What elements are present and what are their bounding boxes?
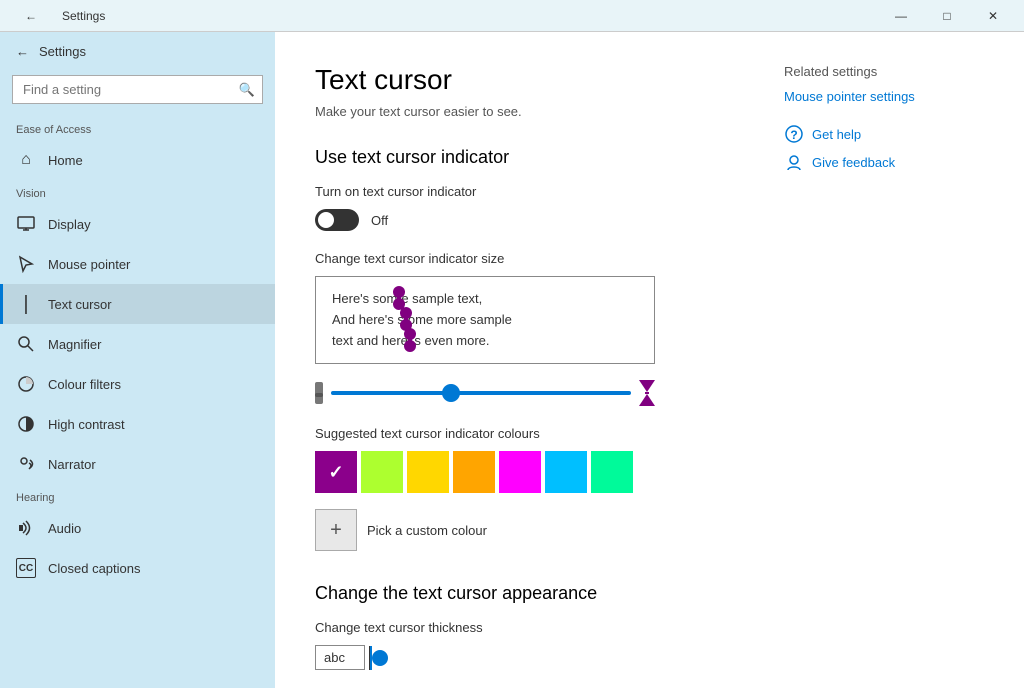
section-divider: Change the text cursor appearance Change… — [315, 583, 984, 670]
sample-line-1: Here's some sample text, — [332, 289, 638, 310]
give-feedback-item[interactable]: Give feedback — [784, 152, 984, 172]
sidebar-item-mouse-pointer-label: Mouse pointer — [48, 257, 130, 272]
sidebar-item-display[interactable]: Display — [0, 204, 275, 244]
sidebar-item-audio[interactable]: Audio — [0, 508, 275, 548]
ease-of-access-label: Ease of Access — [0, 116, 275, 140]
sidebar-item-display-label: Display — [48, 217, 91, 232]
size-slider-track[interactable] — [331, 391, 631, 395]
thickness-text-preview: abc — [315, 645, 365, 670]
back-button[interactable]: ← — [8, 0, 54, 32]
sample-text-box: Here's some sample text, And here's some… — [315, 276, 655, 364]
sidebar: ← Settings 🔍 Ease of Access ⌂ Home Visio… — [0, 32, 275, 688]
home-icon: ⌂ — [16, 150, 36, 170]
sidebar-item-magnifier-label: Magnifier — [48, 337, 101, 352]
hearing-section-label: Hearing — [0, 484, 275, 508]
give-feedback-icon — [784, 152, 804, 172]
hourglass-bottom — [639, 394, 655, 406]
swatch-purple[interactable] — [315, 451, 357, 493]
sidebar-item-audio-label: Audio — [48, 521, 81, 536]
narrator-icon — [16, 454, 36, 474]
hourglass-top — [639, 380, 655, 392]
thickness-label: Change text cursor thickness — [315, 620, 984, 635]
swatch-blue[interactable] — [545, 451, 587, 493]
colour-filters-icon — [16, 374, 36, 394]
back-arrow-icon: ← — [16, 44, 29, 59]
svg-text:?: ? — [790, 128, 797, 142]
sidebar-item-text-cursor-label: Text cursor — [48, 297, 112, 312]
toggle-state-label: Off — [371, 213, 388, 228]
display-icon — [16, 214, 36, 234]
section2-title: Change the text cursor appearance — [315, 583, 984, 604]
titlebar-controls: — □ ✕ — [878, 0, 1016, 32]
cursor-indicator-1 — [397, 290, 401, 306]
swatch-lime[interactable] — [361, 451, 403, 493]
slider-left-handle[interactable] — [315, 382, 323, 404]
high-contrast-icon — [16, 414, 36, 434]
custom-colour-row: + Pick a custom colour — [315, 509, 984, 551]
sidebar-item-home[interactable]: ⌂ Home — [0, 140, 275, 180]
thickness-slider-thumb[interactable] — [372, 650, 388, 666]
sidebar-item-high-contrast[interactable]: High contrast — [0, 404, 275, 444]
close-button[interactable]: ✕ — [970, 0, 1016, 32]
get-help-item[interactable]: ? Get help — [784, 124, 984, 144]
mouse-pointer-icon — [16, 254, 36, 274]
give-feedback-label[interactable]: Give feedback — [812, 155, 895, 170]
related-settings-title: Related settings — [784, 64, 984, 79]
swatch-yellow[interactable] — [407, 451, 449, 493]
sidebar-item-home-label: Home — [48, 153, 83, 168]
search-input[interactable] — [12, 75, 263, 104]
text-cursor-icon: | — [16, 294, 36, 314]
titlebar-left: ← Settings — [8, 0, 105, 32]
mouse-pointer-settings-link[interactable]: Mouse pointer settings — [784, 89, 984, 104]
titlebar-title: Settings — [62, 9, 105, 23]
magnifier-icon — [16, 334, 36, 354]
titlebar: ← Settings — □ ✕ — [0, 0, 1024, 32]
sample-line-2: And here's some more sample — [332, 310, 638, 331]
closed-captions-icon: CC — [16, 558, 36, 578]
sidebar-item-colour-filters-label: Colour filters — [48, 377, 121, 392]
maximize-button[interactable]: □ — [924, 0, 970, 32]
get-help-icon: ? — [784, 124, 804, 144]
sidebar-item-high-contrast-label: High contrast — [48, 417, 125, 432]
sidebar-back-button[interactable]: ← Settings — [0, 32, 275, 71]
related-settings-panel: Related settings Mouse pointer settings … — [784, 64, 984, 180]
search-icon: 🔍 — [239, 82, 255, 98]
thickness-preview: abc — [315, 645, 984, 670]
size-slider-thumb[interactable] — [442, 384, 460, 402]
colour-swatches — [315, 451, 984, 493]
main-content: Text cursor Make your text cursor easier… — [275, 32, 1024, 688]
sidebar-item-colour-filters[interactable]: Colour filters — [0, 364, 275, 404]
cursor-size-icon — [639, 380, 655, 406]
sidebar-search: 🔍 — [12, 75, 263, 104]
sidebar-item-closed-captions[interactable]: CC Closed captions — [0, 548, 275, 588]
sidebar-item-narrator[interactable]: Narrator — [0, 444, 275, 484]
app-body: ← Settings 🔍 Ease of Access ⌂ Home Visio… — [0, 32, 1024, 688]
toggle-label: Turn on text cursor indicator — [315, 184, 984, 199]
custom-colour-button[interactable]: + — [315, 509, 357, 551]
size-slider-container — [315, 380, 655, 406]
swatch-orange[interactable] — [453, 451, 495, 493]
vision-section-label: Vision — [0, 180, 275, 204]
swatch-magenta[interactable] — [499, 451, 541, 493]
minimize-button[interactable]: — — [878, 0, 924, 32]
sidebar-back-label: Settings — [39, 44, 86, 59]
colours-label: Suggested text cursor indicator colours — [315, 426, 984, 441]
cursor-indicator-2 — [404, 311, 408, 327]
sidebar-item-magnifier[interactable]: Magnifier — [0, 324, 275, 364]
sidebar-item-narrator-label: Narrator — [48, 457, 96, 472]
audio-icon — [16, 518, 36, 538]
sidebar-item-text-cursor[interactable]: | Text cursor — [0, 284, 275, 324]
custom-colour-label: Pick a custom colour — [367, 523, 487, 538]
cursor-indicator-3 — [408, 332, 412, 348]
get-help-label[interactable]: Get help — [812, 127, 861, 142]
sidebar-item-mouse-pointer[interactable]: Mouse pointer — [0, 244, 275, 284]
cursor-indicator-toggle[interactable] — [315, 209, 359, 231]
size-label: Change text cursor indicator size — [315, 251, 984, 266]
sidebar-item-closed-captions-label: Closed captions — [48, 561, 141, 576]
toggle-row: Off — [315, 209, 984, 231]
swatch-green[interactable] — [591, 451, 633, 493]
sample-line-3: text and here's even more. — [332, 331, 638, 352]
